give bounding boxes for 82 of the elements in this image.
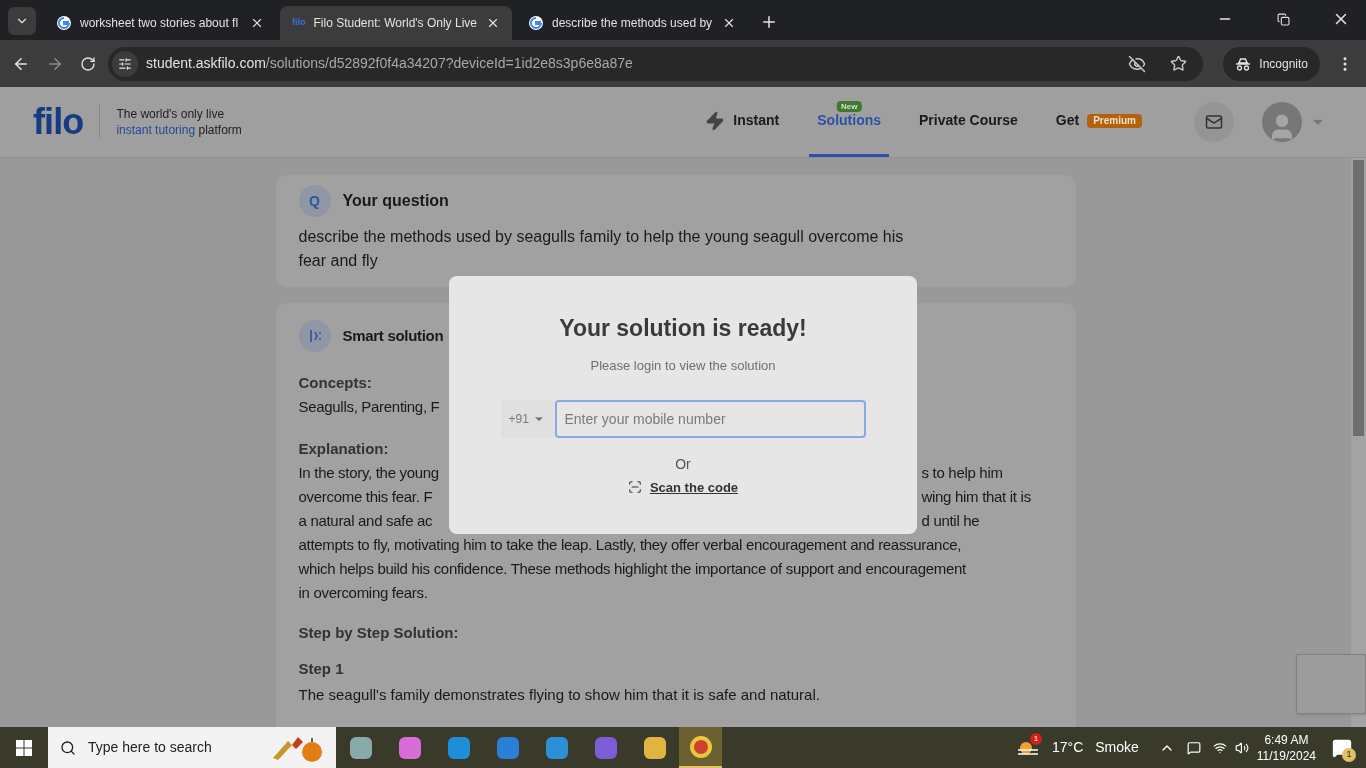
explanation-text: a natural and safe ac xyxy=(298,512,433,529)
concepts-text: Seagulls, Parenting, F xyxy=(298,398,440,415)
section-label: Explanation: xyxy=(298,440,389,457)
mail-button[interactable] xyxy=(1194,102,1234,142)
nav-tab[interactable]: New Solutions xyxy=(809,87,890,157)
app-icon[interactable] xyxy=(643,736,666,759)
nav-label: Instant xyxy=(733,111,780,130)
eye-off-icon[interactable] xyxy=(1128,54,1147,73)
tagline: The world's only live xyxy=(116,106,226,122)
explanation-text: attempts to fly, motivating him to take the leap. Lastly, they offer verbal encouragement and reassurance, xyxy=(298,535,962,555)
clock[interactable]: 6:49 AM 11/19/2024 xyxy=(1256,731,1316,764)
bolt-icon xyxy=(705,110,726,131)
explanation-text: s to help him xyxy=(921,463,1003,483)
app-icon[interactable] xyxy=(349,736,372,759)
taskbar-search-field[interactable]: Type here to search xyxy=(48,727,336,768)
bookmark-star-icon[interactable] xyxy=(1170,55,1188,72)
tab-title: worksheet two stories about fl xyxy=(80,15,240,32)
wifi-icon[interactable] xyxy=(1212,740,1227,755)
close-icon[interactable] xyxy=(486,16,500,30)
explanation-text: which helps build his confidence. These methods highlight the importance of support and encouragement xyxy=(298,559,966,579)
app-icon[interactable] xyxy=(594,736,617,759)
app-icon[interactable] xyxy=(689,735,712,758)
weather-text: Smoke xyxy=(1095,738,1139,757)
explanation-text: in overcoming fears. xyxy=(298,583,428,603)
url-text: student.askfilo.com/solutions/d52892f0f4a34207?deviceId=1id2e8s3p6e8a87e xyxy=(146,54,633,73)
step-title: Step 1 xyxy=(298,660,344,677)
card-title: Your question xyxy=(342,191,449,211)
tab-title: describe the methods used by xyxy=(552,15,714,32)
app-icon[interactable] xyxy=(447,736,470,759)
scan-code-link[interactable]: Scan the code xyxy=(649,477,739,497)
scrollbar-thumb[interactable] xyxy=(1353,160,1364,436)
new-badge: New xyxy=(836,101,862,112)
mail-icon xyxy=(1205,113,1223,131)
nav-tab[interactable]: Get Premium xyxy=(1047,87,1150,157)
browser-tab[interactable]: worksheet two stories about fl xyxy=(44,6,276,40)
app-icon[interactable] xyxy=(496,736,519,759)
card-title: Smart solution xyxy=(342,325,444,346)
premium-badge: Premium xyxy=(1087,113,1142,128)
explanation-text: In the story, the young xyxy=(298,464,439,481)
nav-label: Solutions xyxy=(817,111,882,130)
question-text: describe the methods used by seagulls family to help the young seagull overcome his fear and fly xyxy=(298,227,905,271)
explanation-text: wing him that it is xyxy=(921,487,1031,507)
site-settings-icon[interactable] xyxy=(118,56,132,71)
restore-icon[interactable] xyxy=(1277,13,1290,26)
browser-tab[interactable]: describe the methods used by xyxy=(516,6,748,40)
explanation-text: overcome this fear. F xyxy=(298,488,433,505)
google-icon xyxy=(528,15,544,31)
or-text: Or xyxy=(675,455,691,472)
tab-search-button[interactable] xyxy=(8,7,36,35)
google-icon xyxy=(56,15,72,31)
nav-label: Private Course xyxy=(919,111,1018,130)
incognito-button[interactable]: Incognito xyxy=(1223,46,1320,81)
section-label: Concepts: xyxy=(298,374,372,391)
site-favicon: filo xyxy=(292,16,306,30)
close-icon[interactable] xyxy=(722,16,736,30)
section-label: Step by Step Solution: xyxy=(298,624,459,641)
explanation-text: d until he xyxy=(921,511,980,531)
tagline: instant tutoring platform xyxy=(116,122,242,138)
dialog-subtitle: Please login to view the solution xyxy=(590,357,776,375)
address-field[interactable]: student.askfilo.com/solutions/d52892f0f4a34207?deviceId=1id2e8s3p6e8a87e xyxy=(108,46,1204,81)
tab-title: Filo Student: World's Only Live xyxy=(313,15,478,32)
nav-tab[interactable]: Private Course xyxy=(911,87,1026,157)
browser-tab[interactable]: filo Filo Student: World's Only Live xyxy=(280,6,512,40)
nav-tab[interactable]: Instant xyxy=(697,87,788,157)
search-icon xyxy=(60,739,76,756)
step-text: The seagull's family demonstrates flying to show him that it is safe and natural. xyxy=(298,686,820,703)
volume-icon[interactable] xyxy=(1234,740,1249,755)
dialog-title: Your solution is ready! xyxy=(559,314,807,342)
app-icon[interactable] xyxy=(545,736,568,759)
new-tab-icon[interactable] xyxy=(760,13,778,31)
nav-label: Get xyxy=(1055,111,1080,130)
temperature-text: 17°C xyxy=(1051,738,1084,757)
app-icon[interactable] xyxy=(398,736,421,759)
close-icon[interactable] xyxy=(250,16,264,30)
incognito-icon xyxy=(1235,56,1252,71)
windows-logo-icon[interactable] xyxy=(16,739,32,756)
mobile-number-field[interactable]: Enter your mobile number xyxy=(554,399,866,438)
scan-icon xyxy=(627,480,642,495)
reload-icon[interactable] xyxy=(80,55,96,72)
weather-alert-badge: 1 xyxy=(1029,733,1042,745)
site-logo[interactable]: filo xyxy=(33,104,84,140)
q-badge: Q xyxy=(298,185,331,217)
